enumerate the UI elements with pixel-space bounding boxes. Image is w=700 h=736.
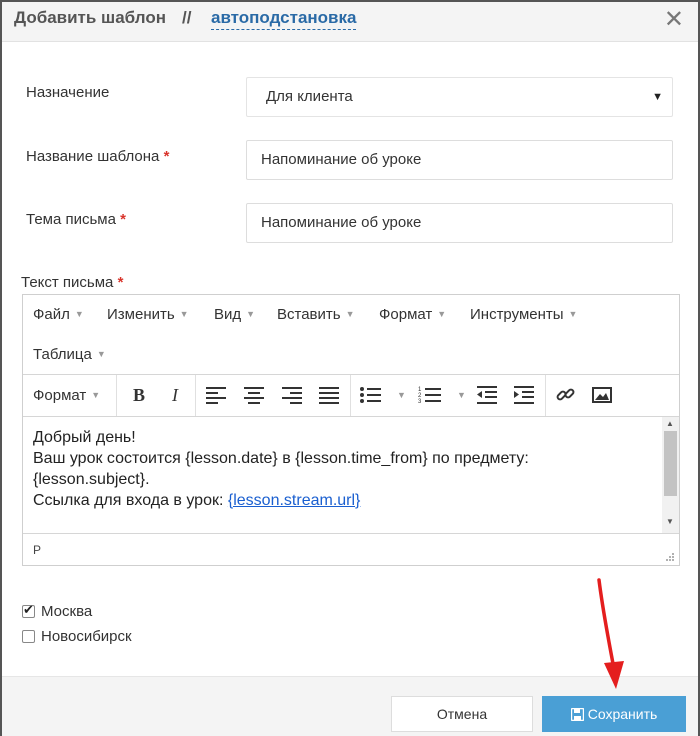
- dialog: Добавить шаблон // автоподстановка ✕ Наз…: [0, 0, 700, 736]
- checkbox-checked[interactable]: [22, 602, 35, 618]
- dialog-title: Добавить шаблон: [14, 8, 166, 27]
- template-name-input[interactable]: Напоминание об уроке: [246, 140, 673, 180]
- element-path[interactable]: P: [33, 543, 41, 557]
- editor-scrollbar[interactable]: ▲ ▼: [662, 417, 679, 533]
- editor-toolbar: Формат ▼ B I ▼ 123 ▼: [23, 375, 679, 417]
- save-button-label: Сохранить: [587, 706, 658, 722]
- menu-view[interactable]: Вид ▼: [214, 306, 255, 323]
- align-justify-icon[interactable]: [316, 384, 342, 406]
- editor-menubar: Файл ▼ Изменить ▼ Вид ▼ Вставить ▼ Формат ▼ И…: [23, 295, 679, 375]
- menu-format[interactable]: Формат ▼: [379, 306, 446, 323]
- chevron-down-icon[interactable]: ▼: [457, 390, 466, 400]
- resize-handle-icon[interactable]: [665, 552, 675, 562]
- checkbox-unchecked[interactable]: [22, 630, 35, 643]
- format-dropdown[interactable]: Формат ▼: [33, 387, 100, 404]
- content-line: {lesson.subject}.: [33, 471, 150, 488]
- purpose-select-value: Для клиента: [266, 88, 353, 105]
- chevron-down-icon: ▼: [91, 390, 101, 400]
- subject-label: Тема письма *: [26, 211, 126, 228]
- outdent-icon[interactable]: [474, 384, 500, 406]
- align-left-icon[interactable]: [203, 384, 229, 406]
- subject-value: Напоминание об уроке: [261, 214, 422, 231]
- menu-table[interactable]: Таблица ▼: [33, 346, 106, 363]
- menu-edit[interactable]: Изменить ▼: [107, 306, 189, 323]
- link-icon[interactable]: [553, 384, 579, 406]
- chevron-down-icon: ▼: [179, 309, 189, 319]
- stream-url-link[interactable]: {lesson.stream.url}: [228, 492, 361, 509]
- indent-icon[interactable]: [511, 384, 537, 406]
- floppy-disk-icon: [570, 708, 584, 721]
- required-mark: *: [120, 211, 126, 228]
- close-icon[interactable]: ✕: [664, 5, 684, 34]
- city-label: Москва: [41, 603, 93, 620]
- content-line-text: Ссылка для входа в урок:: [33, 492, 228, 509]
- chevron-down-icon: ▼: [437, 309, 447, 319]
- autosubstitution-link[interactable]: автоподстановка: [211, 8, 357, 30]
- body-label-text: Текст письма: [21, 274, 114, 291]
- editor-statusbar: P: [23, 533, 679, 565]
- menu-tools[interactable]: Инструменты ▼: [470, 306, 577, 323]
- city-checkbox-novosibirsk[interactable]: Новосибирск: [22, 628, 132, 646]
- image-icon[interactable]: [589, 384, 615, 406]
- italic-icon[interactable]: I: [162, 384, 188, 406]
- content-line: Ваш урок состоится {lesson.date} в {less…: [33, 450, 529, 467]
- content-line: Добрый день!: [33, 429, 136, 446]
- required-mark: *: [163, 148, 170, 165]
- content-line: Ссылка для входа в урок: {lesson.stream.…: [33, 490, 669, 511]
- save-button[interactable]: Сохранить: [542, 696, 686, 732]
- chevron-down-icon: ▼: [652, 91, 663, 103]
- chevron-down-icon: ▼: [96, 349, 106, 359]
- chevron-down-icon: ▼: [74, 309, 84, 319]
- city-checkbox-moscow[interactable]: Москва: [22, 602, 93, 621]
- template-name-value: Напоминание об уроке: [261, 151, 422, 168]
- menu-file[interactable]: Файл ▼: [33, 306, 84, 323]
- body-label: Текст письма *: [21, 274, 123, 291]
- scroll-thumb[interactable]: [664, 431, 677, 496]
- rich-text-editor: Файл ▼ Изменить ▼ Вид ▼ Вставить ▼ Формат ▼ И…: [22, 294, 680, 566]
- chevron-down-icon[interactable]: ▼: [397, 390, 406, 400]
- menu-insert[interactable]: Вставить ▼: [277, 306, 355, 323]
- align-center-icon[interactable]: [241, 384, 267, 406]
- subject-input[interactable]: Напоминание об уроке: [246, 203, 673, 243]
- annotation-arrow: [597, 578, 624, 689]
- chevron-down-icon: ▼: [246, 309, 256, 319]
- bullet-list-icon[interactable]: [357, 384, 383, 406]
- svg-text:3: 3: [418, 399, 422, 405]
- scroll-up-icon[interactable]: ▲: [666, 419, 674, 428]
- purpose-label: Назначение: [26, 84, 110, 101]
- dialog-header: Добавить шаблон // автоподстановка ✕: [2, 2, 698, 42]
- subject-label-text: Тема письма: [26, 211, 116, 228]
- editor-content[interactable]: Добрый день! Ваш урок состоится {lesson.…: [23, 417, 679, 533]
- cancel-button[interactable]: Отмена: [391, 696, 533, 732]
- purpose-select[interactable]: Для клиента ▼: [246, 77, 673, 117]
- template-name-label: Название шаблона *: [26, 148, 169, 165]
- scroll-down-icon[interactable]: ▼: [666, 517, 674, 526]
- chevron-down-icon: ▼: [345, 309, 355, 319]
- chevron-down-icon: ▼: [568, 309, 578, 319]
- template-name-label-text: Название шаблона: [26, 148, 160, 165]
- city-label: Новосибирск: [41, 628, 132, 645]
- bold-icon[interactable]: B: [126, 384, 152, 406]
- numbered-list-icon[interactable]: 123: [417, 384, 443, 406]
- required-mark: *: [117, 274, 124, 291]
- align-right-icon[interactable]: [279, 384, 305, 406]
- title-separator: //: [182, 8, 192, 27]
- dialog-footer: Отмена Сохранить: [2, 676, 698, 736]
